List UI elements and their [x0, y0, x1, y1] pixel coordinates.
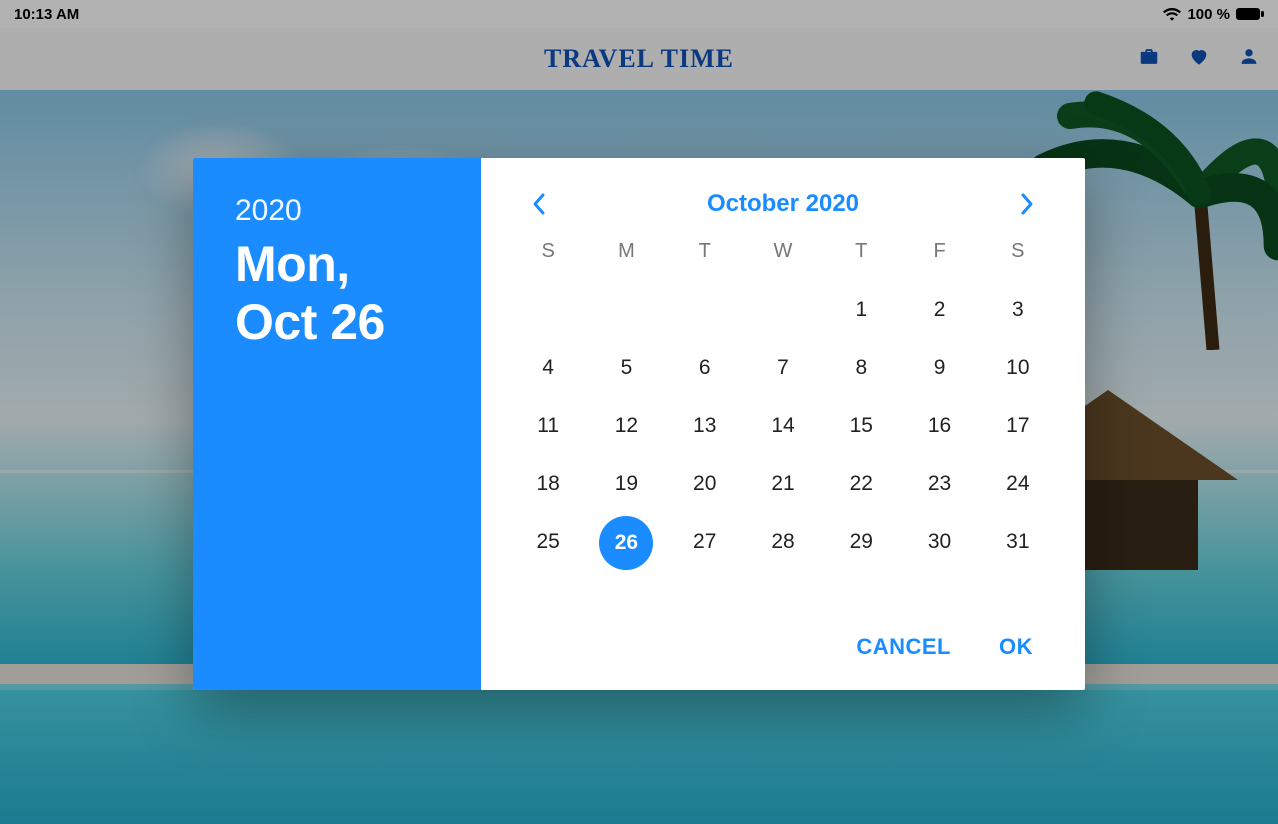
calendar-day[interactable]: 13 — [666, 409, 744, 443]
calendar-day-empty — [587, 293, 665, 327]
calendar-day[interactable]: 23 — [900, 467, 978, 501]
calendar-day-empty — [666, 293, 744, 327]
calendar-day[interactable]: 31 — [979, 525, 1057, 559]
weekday-header: M — [587, 240, 665, 269]
calendar-day[interactable]: 14 — [744, 409, 822, 443]
calendar-day[interactable]: 2 — [900, 293, 978, 327]
calendar-day[interactable]: 19 — [587, 467, 665, 501]
calendar-day[interactable]: 24 — [979, 467, 1057, 501]
selected-year[interactable]: 2020 — [235, 194, 453, 228]
weekday-header: S — [979, 240, 1057, 269]
calendar-day[interactable]: 22 — [822, 467, 900, 501]
calendar-day[interactable]: 30 — [900, 525, 978, 559]
prev-month-button[interactable] — [525, 186, 553, 222]
calendar-day-empty — [744, 293, 822, 327]
ok-button[interactable]: OK — [999, 634, 1033, 660]
weekday-header: W — [744, 240, 822, 269]
calendar-day[interactable]: 1 — [822, 293, 900, 327]
calendar-day[interactable]: 9 — [900, 351, 978, 385]
calendar-day[interactable]: 29 — [822, 525, 900, 559]
calendar-day[interactable]: 15 — [822, 409, 900, 443]
weekday-header: F — [900, 240, 978, 269]
calendar-day[interactable]: 18 — [509, 467, 587, 501]
calendar-day[interactable]: 11 — [509, 409, 587, 443]
calendar-day-empty — [509, 293, 587, 327]
weekday-header: T — [822, 240, 900, 269]
selected-date-display[interactable]: Mon,Oct 26 — [235, 236, 453, 351]
calendar-day[interactable]: 17 — [979, 409, 1057, 443]
calendar-day[interactable]: 4 — [509, 351, 587, 385]
calendar-day[interactable]: 3 — [979, 293, 1057, 327]
calendar-day[interactable]: 25 — [509, 525, 587, 559]
calendar-day[interactable]: 12 — [587, 409, 665, 443]
cancel-button[interactable]: CANCEL — [856, 634, 951, 660]
date-picker-modal: 2020 Mon,Oct 26 October 2020 SMTWTFS1234… — [193, 158, 1085, 690]
calendar-grid: SMTWTFS123456789101112131415161718192021… — [481, 234, 1085, 614]
weekday-header: S — [509, 240, 587, 269]
calendar-day[interactable]: 20 — [666, 467, 744, 501]
calendar-day[interactable]: 21 — [744, 467, 822, 501]
calendar-day[interactable]: 10 — [979, 351, 1057, 385]
calendar-day[interactable]: 26 — [587, 525, 665, 559]
month-year-label[interactable]: October 2020 — [707, 190, 859, 218]
weekday-header: T — [666, 240, 744, 269]
calendar-day[interactable]: 27 — [666, 525, 744, 559]
calendar-day[interactable]: 5 — [587, 351, 665, 385]
calendar-day[interactable]: 8 — [822, 351, 900, 385]
calendar-day[interactable]: 6 — [666, 351, 744, 385]
next-month-button[interactable] — [1013, 186, 1041, 222]
calendar-day[interactable]: 16 — [900, 409, 978, 443]
calendar-day[interactable]: 28 — [744, 525, 822, 559]
date-picker-header: 2020 Mon,Oct 26 — [193, 158, 481, 690]
calendar-day[interactable]: 7 — [744, 351, 822, 385]
